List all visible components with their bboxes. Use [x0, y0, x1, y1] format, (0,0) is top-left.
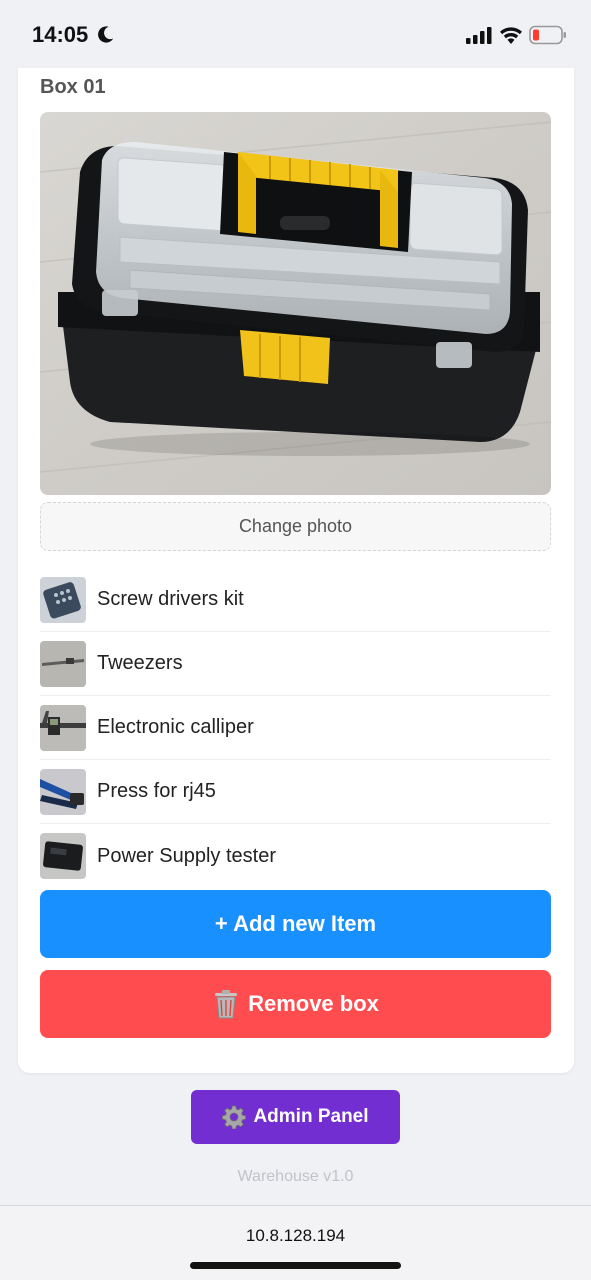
- list-item[interactable]: Tweezers: [40, 632, 551, 696]
- wifi-icon: [500, 27, 522, 44]
- change-photo-button[interactable]: Change photo: [40, 502, 551, 551]
- add-item-button[interactable]: + Add new Item: [40, 890, 551, 958]
- browser-address-bar[interactable]: 10.8.128.194: [0, 1205, 591, 1280]
- item-name: Screw drivers kit: [97, 588, 244, 610]
- home-indicator[interactable]: [190, 1262, 401, 1269]
- box-photo: [40, 112, 551, 495]
- app-version: Warehouse v1.0: [237, 1168, 354, 1185]
- status-time: 14:05: [32, 22, 89, 47]
- signal-icon: [466, 27, 492, 44]
- box-card: Box 01 Change photo Screw drivers kit Tw…: [18, 68, 574, 1073]
- remove-box-label: Remove box: [248, 991, 379, 1016]
- admin-panel-button[interactable]: Admin Panel: [191, 1090, 400, 1144]
- psu-tester-thumbnail: [40, 833, 86, 879]
- trash-icon: [215, 990, 238, 1019]
- remove-box-button[interactable]: Remove box: [40, 970, 551, 1038]
- url-text[interactable]: 10.8.128.194: [0, 1226, 591, 1246]
- list-item[interactable]: Press for rj45: [40, 760, 551, 824]
- item-name: Tweezers: [97, 652, 183, 674]
- admin-panel-label: Admin Panel: [253, 1106, 369, 1127]
- item-name: Press for rj45: [97, 780, 216, 802]
- moon-icon: [98, 26, 114, 43]
- battery-low-icon: [529, 25, 566, 45]
- list-item[interactable]: Screw drivers kit: [40, 568, 551, 632]
- box-title: Box 01: [40, 76, 106, 98]
- item-name: Power Supply tester: [97, 844, 276, 867]
- list-item[interactable]: Electronic calliper: [40, 696, 551, 760]
- status-bar: 14:05: [0, 0, 591, 70]
- gear-icon: [222, 1105, 247, 1129]
- tweezers-thumbnail: [40, 640, 86, 687]
- list-item[interactable]: Power Supply tester: [40, 824, 551, 888]
- item-name: Electronic calliper: [97, 716, 254, 738]
- calliper-thumbnail: [40, 704, 86, 751]
- screwdriver-kit-thumbnail: [40, 576, 86, 623]
- item-list: Screw drivers kit Tweezers Electronic ca…: [40, 568, 551, 888]
- rj45-press-thumbnail: [40, 768, 86, 815]
- add-item-label: + Add new Item: [214, 911, 377, 936]
